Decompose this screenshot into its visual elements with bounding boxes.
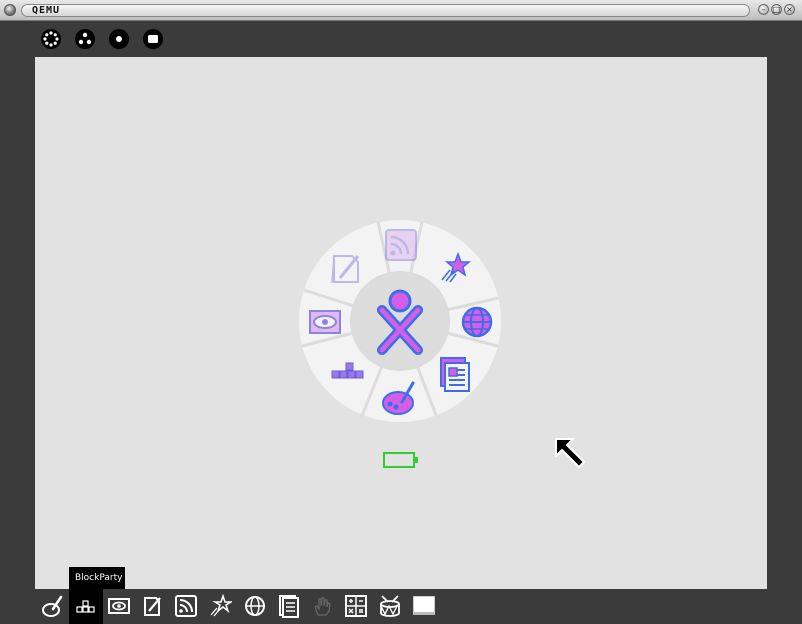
group-view-button[interactable] [75, 29, 95, 49]
activity-drum[interactable] [374, 589, 406, 622]
activity-calculate[interactable] [340, 589, 372, 622]
activity-write[interactable] [136, 589, 168, 622]
browse-icon [245, 595, 265, 616]
maximize-button[interactable]: □ [771, 4, 782, 15]
window-menu-button[interactable] [4, 4, 16, 16]
home-icon [116, 36, 122, 42]
news-reader-icon[interactable] [385, 229, 417, 261]
window-titlebar: QEMU – □ × [0, 0, 802, 21]
star-icon [210, 593, 232, 616]
document-icon [279, 594, 299, 618]
paint-icon [42, 595, 63, 617]
write-document-icon[interactable] [440, 357, 470, 392]
activity-document[interactable] [273, 589, 305, 622]
activity-tooltip: BlockParty [69, 567, 125, 589]
blockparty-icon [76, 599, 95, 613]
hand-icon [314, 596, 331, 616]
home-view-button[interactable] [109, 29, 129, 49]
activity-hand[interactable] [306, 589, 338, 622]
neighborhood-icon [43, 31, 59, 47]
viewer-icon[interactable] [309, 310, 341, 334]
window-title: QEMU [32, 5, 61, 16]
activity-ring [298, 220, 502, 422]
neighborhood-view-button[interactable] [41, 29, 61, 49]
cursor-arrow-icon [555, 438, 585, 468]
activity-star-chat[interactable] [204, 589, 236, 622]
viewer-icon [108, 597, 130, 614]
activity-icon [148, 35, 158, 43]
battery-icon [383, 452, 418, 468]
activity-blockparty[interactable] [69, 589, 103, 624]
activity-view-button[interactable] [143, 29, 163, 49]
activity-paint[interactable] [36, 589, 68, 622]
close-button[interactable]: × [784, 4, 795, 15]
title-field [21, 4, 750, 17]
activity-news-reader[interactable] [170, 589, 202, 622]
calculate-icon [345, 594, 367, 617]
browse-icon[interactable] [461, 306, 493, 338]
news-reader-icon [175, 594, 197, 617]
minimize-button[interactable]: – [758, 4, 769, 15]
terminal-icon [413, 595, 435, 615]
journal-icon[interactable] [331, 255, 360, 283]
activity-browse[interactable] [239, 589, 271, 622]
activity-terminal[interactable] [408, 589, 440, 622]
group-icon [78, 32, 92, 45]
write-icon [144, 596, 161, 616]
activity-viewer[interactable] [103, 589, 135, 622]
drum-icon [380, 594, 400, 617]
